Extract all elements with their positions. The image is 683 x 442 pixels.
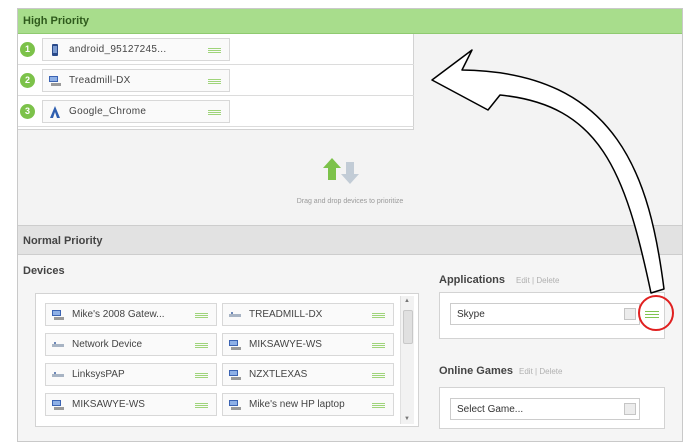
- annotation-overlay: [431, 49, 674, 331]
- highlight-circle-icon: [638, 295, 674, 331]
- curved-arrow-icon: [431, 49, 665, 294]
